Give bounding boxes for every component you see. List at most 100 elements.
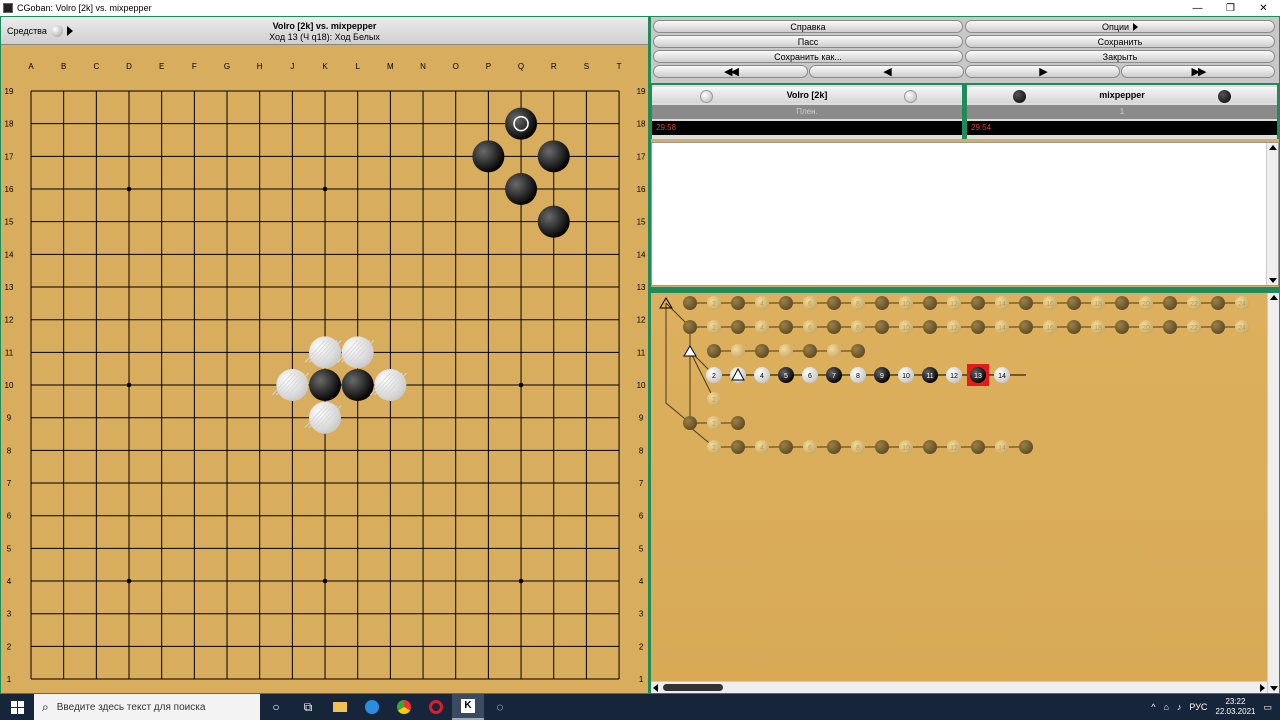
network-icon[interactable]: ⌂ bbox=[1163, 702, 1168, 712]
control-pane: Справка Опции Пасс Сохранить Сохранить к… bbox=[651, 17, 1279, 693]
tree-move-number: 2 bbox=[712, 325, 716, 332]
cortana-icon[interactable]: ○ bbox=[260, 694, 292, 720]
row-label: 9 bbox=[639, 414, 644, 423]
tree-black-node bbox=[779, 320, 793, 334]
app-icon-generic[interactable]: ◌ bbox=[484, 694, 516, 720]
star-point bbox=[518, 578, 524, 584]
row-label: 9 bbox=[7, 414, 12, 423]
tree-move-number: 4 bbox=[760, 373, 764, 380]
column-label: D bbox=[126, 62, 132, 71]
tree-move-number: 4 bbox=[760, 301, 764, 308]
options-button[interactable]: Опции bbox=[965, 20, 1275, 33]
restore-button[interactable]: ❐ bbox=[1214, 0, 1247, 16]
start-button[interactable] bbox=[0, 694, 34, 720]
chrome-icon[interactable] bbox=[388, 694, 420, 720]
cgoban-taskbar-icon[interactable]: K bbox=[452, 694, 484, 720]
tree-move-number: 2 bbox=[712, 373, 716, 380]
save-label: Сохранить bbox=[1097, 36, 1143, 47]
nav-next-button[interactable]: ▶ bbox=[965, 65, 1120, 78]
close-window-button[interactable]: ✕ bbox=[1247, 0, 1280, 16]
tree-black-node bbox=[851, 344, 865, 358]
tree-black-node bbox=[731, 320, 745, 334]
tree-black-node bbox=[1163, 296, 1177, 310]
language-indicator[interactable]: РУС bbox=[1189, 702, 1207, 712]
tree-white-node bbox=[731, 344, 745, 358]
scroll-down-icon[interactable] bbox=[1269, 278, 1277, 283]
scroll-down-icon[interactable] bbox=[1270, 686, 1278, 691]
chat-area[interactable] bbox=[651, 142, 1279, 286]
tree-black-node bbox=[707, 344, 721, 358]
tree-horizontal-scrollbar[interactable] bbox=[651, 681, 1267, 693]
go-board[interactable]: AABBCCDDEEFFGGHHJJKKLLMMNNOOPPQQRRSSTT19… bbox=[1, 45, 648, 693]
tray-arrow-icon[interactable]: ^ bbox=[1151, 702, 1155, 712]
task-view-icon[interactable]: ⧉ bbox=[292, 694, 324, 720]
file-explorer-icon[interactable] bbox=[324, 694, 356, 720]
volume-icon[interactable]: ♪ bbox=[1177, 702, 1182, 712]
tree-white-node bbox=[779, 344, 793, 358]
black-player-clock: 29:54 bbox=[967, 121, 1277, 135]
white-player-clock: 29:58 bbox=[652, 121, 962, 135]
tree-move-number: 20 bbox=[1142, 325, 1150, 332]
black-stone bbox=[341, 369, 374, 402]
row-label: 6 bbox=[639, 512, 644, 521]
row-label: 3 bbox=[7, 610, 12, 619]
pass-label: Пасс bbox=[797, 36, 819, 47]
opera-icon[interactable] bbox=[420, 694, 452, 720]
black-stone bbox=[472, 140, 505, 173]
scroll-right-icon[interactable] bbox=[1260, 684, 1265, 692]
taskbar-search[interactable]: ⌕ Введите здесь текст для поиска bbox=[34, 694, 260, 720]
tree-black-node bbox=[1211, 320, 1225, 334]
clock-date: 22.03.2021 bbox=[1215, 707, 1256, 716]
black-stone bbox=[309, 369, 342, 402]
notifications-icon[interactable]: ▭ bbox=[1263, 702, 1272, 713]
row-label: 16 bbox=[637, 185, 646, 194]
close-label: Закрыть bbox=[1102, 51, 1138, 62]
tree-move-number: 12 bbox=[950, 325, 958, 332]
column-label: M bbox=[387, 62, 394, 71]
row-label: 13 bbox=[637, 283, 646, 292]
tree-move-number: 24 bbox=[1238, 301, 1246, 308]
scroll-up-icon[interactable] bbox=[1270, 295, 1278, 300]
tree-move-number: 8 bbox=[856, 373, 860, 380]
scroll-up-icon[interactable] bbox=[1269, 145, 1277, 150]
row-label: 19 bbox=[637, 87, 646, 96]
nav-last-button[interactable]: ▶▶ bbox=[1121, 65, 1275, 78]
nav-next-icon: ▶ bbox=[1039, 66, 1048, 78]
tree-move-number: 14 bbox=[998, 373, 1006, 380]
tree-move-number: 7 bbox=[832, 373, 836, 380]
column-label: B bbox=[61, 62, 66, 71]
edge-icon[interactable] bbox=[356, 694, 388, 720]
tree-black-node bbox=[731, 440, 745, 454]
scroll-thumb[interactable] bbox=[663, 684, 723, 691]
tree-move-number: 6 bbox=[808, 445, 812, 452]
tree-vertical-scrollbar[interactable] bbox=[1267, 293, 1279, 693]
tree-black-node bbox=[971, 320, 985, 334]
clock[interactable]: 23:22 22.03.2021 bbox=[1215, 697, 1255, 717]
row-label: 3 bbox=[639, 610, 644, 619]
row-label: 17 bbox=[5, 152, 14, 161]
game-tree[interactable]: 2 4 6 8 10 12 14 16 18 20 22 24 2 4 6 8 10 12 14 16 18 20 22 24… bbox=[651, 293, 1279, 693]
tree-move-number: 6 bbox=[808, 373, 812, 380]
move-info: Ход 13 (Ч q18): Ход Белых bbox=[269, 32, 380, 42]
row-label: 10 bbox=[5, 381, 14, 390]
scroll-left-icon[interactable] bbox=[653, 684, 658, 692]
pass-button[interactable]: Пасс bbox=[653, 35, 963, 48]
tree-move-number: 4 bbox=[760, 325, 764, 332]
tree-move-number: 10 bbox=[902, 445, 910, 452]
game-tree-canvas[interactable]: 2 4 6 8 10 12 14 16 18 20 22 242 4 6 8 10 12 14 16 18 20 22 24… bbox=[651, 293, 1267, 681]
star-point bbox=[322, 186, 328, 192]
tree-black-node bbox=[1067, 296, 1081, 310]
close-button[interactable]: Закрыть bbox=[965, 50, 1275, 63]
save-button[interactable]: Сохранить bbox=[965, 35, 1275, 48]
nav-first-button[interactable]: ◀◀ bbox=[653, 65, 808, 78]
nav-prev-button[interactable]: ◀ bbox=[809, 65, 964, 78]
help-button[interactable]: Справка bbox=[653, 20, 963, 33]
minimize-button[interactable]: — bbox=[1181, 0, 1214, 16]
tree-black-node bbox=[731, 296, 745, 310]
row-label: 12 bbox=[637, 316, 646, 325]
row-label: 7 bbox=[7, 479, 12, 488]
white-stone-icon bbox=[904, 90, 917, 103]
chat-scrollbar[interactable] bbox=[1266, 143, 1278, 285]
save-as-button[interactable]: Сохранить как... bbox=[653, 50, 963, 63]
row-label: 18 bbox=[5, 120, 14, 129]
